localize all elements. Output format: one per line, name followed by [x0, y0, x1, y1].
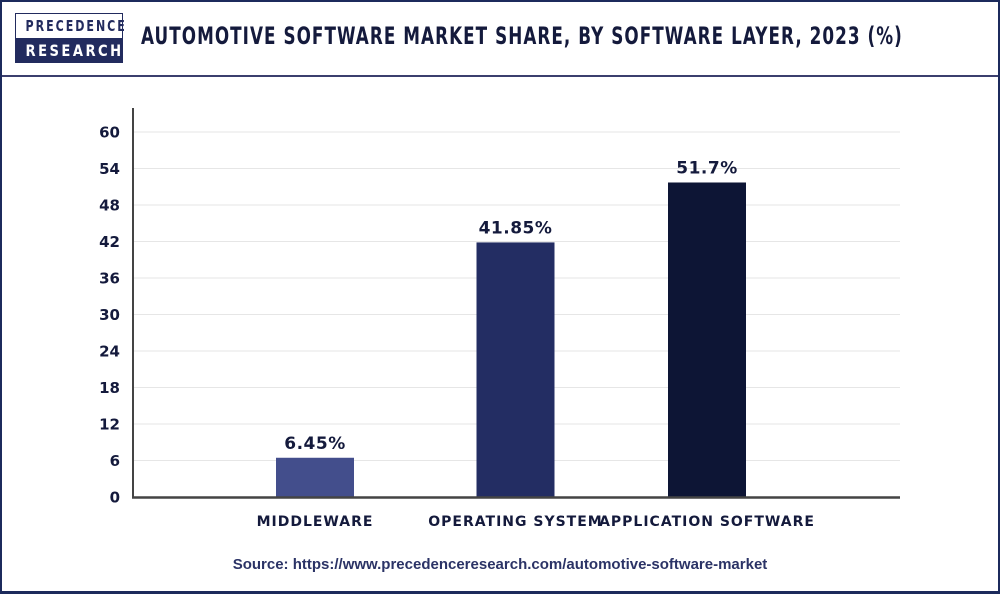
bar-operating-system: [476, 242, 555, 497]
y-tick-label: 6: [110, 452, 120, 470]
data-label: 51.7%: [676, 158, 737, 178]
data-label: 41.85%: [479, 218, 553, 238]
y-tick-label: 12: [99, 416, 120, 434]
y-tick-label: 18: [99, 379, 120, 397]
category-label: APPLICATION SOFTWARE: [599, 514, 815, 530]
y-tick-label: 30: [99, 306, 120, 324]
bar-application-software: [668, 182, 746, 497]
data-label: 6.45%: [284, 434, 345, 454]
x-axis-category-labels: MIDDLEWARE OPERATING SYSTEMAPPLICATION SO…: [257, 514, 815, 530]
y-axis-tick-labels: 0 6 12 18 24 30 36 42 48 54 60: [99, 124, 120, 507]
y-tick-label: 24: [99, 343, 120, 361]
y-tick-label: 42: [99, 233, 120, 251]
y-tick-label: 48: [99, 197, 120, 215]
y-tick-label: 60: [99, 124, 120, 142]
category-label: OPERATING SYSTEM: [428, 514, 602, 530]
y-tick-label: 54: [99, 160, 120, 178]
category-label: MIDDLEWARE: [257, 514, 374, 530]
bar-chart: 0 6 12 18 24 30 36 42 48 54 60 6.45% 41.85% 51.7% MI…: [99, 108, 900, 530]
bar-middleware: [276, 457, 354, 497]
y-tick-label: 36: [99, 270, 120, 288]
y-tick-label: 0: [110, 489, 120, 507]
source-citation: Source: https://www.precedenceresearch.c…: [232, 556, 768, 573]
